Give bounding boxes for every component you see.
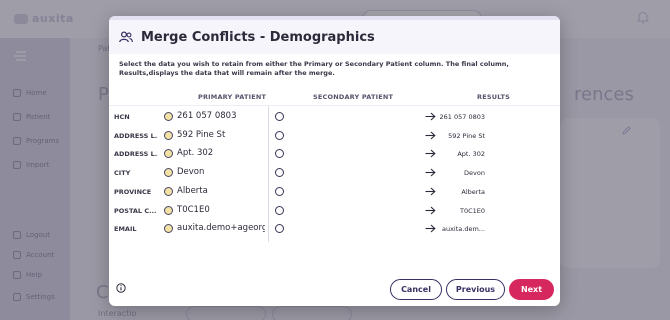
result-value: 261 057 0803 [439,113,486,121]
secondary-radio[interactable] [275,186,284,196]
primary-radio[interactable] [164,224,173,234]
field-label: ADDRESS L... [114,131,158,140]
secondary-radio[interactable] [275,130,284,140]
cancel-button[interactable]: Cancel [390,279,442,300]
primary-value: 261 057 0803 [177,111,237,121]
primary-value: Apt. 302 [177,148,214,159]
primary-value: T0C1E0 [177,204,210,215]
table-row: POSTAL C... T0C1E0 T0C1E0 [109,202,560,221]
info-icon[interactable] [116,283,126,293]
primary-radio[interactable] [164,149,173,159]
primary-value: 592 Pine St [177,129,226,140]
users-icon [119,31,133,43]
arrow-right-icon [425,131,436,140]
table-row: ADDRESS L... Apt. 302 Apt. 302 [109,145,560,164]
primary-radio[interactable] [164,130,173,140]
primary-value: auxita.demo+ageorge... [177,223,265,234]
secondary-radio[interactable] [275,168,284,178]
arrow-right-icon [425,187,436,196]
table-row: ADDRESS L... 592 Pine St 592 Pine St [109,127,560,146]
primary-radio[interactable] [164,205,173,215]
modal-title: Merge Conflicts - Demographics [141,29,375,45]
result-value: Alberta [461,187,485,196]
primary-radio[interactable] [164,186,173,196]
primary-column-header: PRIMARY PATIENT [198,93,267,101]
field-label: ADDRESS L... [114,150,158,159]
previous-button[interactable]: Previous [446,279,505,300]
secondary-radio[interactable] [275,112,284,121]
arrow-right-icon [425,224,436,233]
secondary-column-header: SECONDARY PATIENT [313,93,394,101]
secondary-radio[interactable] [275,224,284,234]
arrow-right-icon [425,206,436,214]
field-label: POSTAL C... [114,206,157,215]
primary-radio[interactable] [164,112,173,121]
primary-radio[interactable] [164,168,173,178]
arrow-right-icon [425,168,436,177]
instructions-text: Select the data you wish to retain from … [119,60,509,77]
primary-value: Devon [177,167,205,178]
result-value: Apt. 302 [457,150,485,159]
modal-header: Merge Conflicts - Demographics [109,20,560,54]
table-row: EMAIL auxita.demo+ageorge... auxita.dem... [109,220,560,239]
header-divider [109,105,560,106]
table-row: PROVINCE Alberta Alberta [109,183,560,202]
results-column-header: RESULTS [477,93,510,101]
arrow-right-icon [425,112,436,121]
secondary-radio[interactable] [275,149,284,159]
merge-conflicts-dialog: Merge Conflicts - Demographics Select th… [109,16,560,306]
result-value: T0C1E0 [459,206,485,215]
table-row: HCN 261 057 0803 261 057 0803 [109,108,560,127]
field-label: EMAIL [114,225,137,234]
next-button[interactable]: Next [509,279,554,300]
secondary-radio[interactable] [275,205,284,215]
arrow-right-icon [425,149,436,158]
result-value: 592 Pine St [448,131,485,140]
field-label: CITY [114,169,131,178]
field-label: PROVINCE [114,187,152,196]
result-value: Devon [464,169,485,178]
primary-value: Alberta [177,185,208,196]
table-row: CITY Devon Devon [109,164,560,183]
field-label: HCN [114,113,130,121]
result-value: auxita.dem... [441,225,485,234]
